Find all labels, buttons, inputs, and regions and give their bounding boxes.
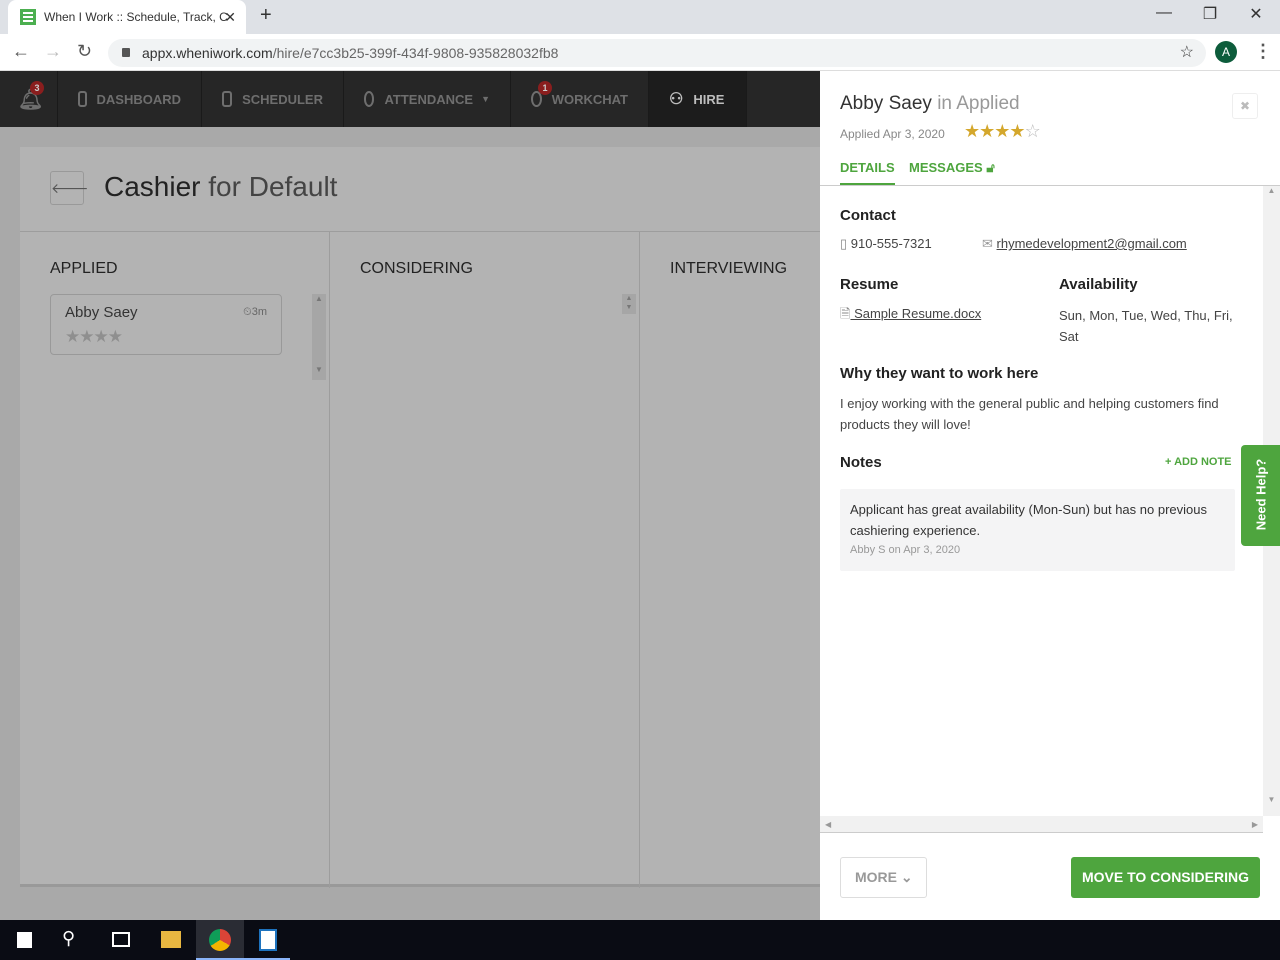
- chrome-icon: [209, 929, 231, 951]
- tab-title: When I Work :: Schedule, Track, C: [44, 10, 228, 24]
- more-dropdown[interactable]: MORE ⌄: [840, 857, 927, 898]
- availability-heading: Availability: [1059, 276, 1138, 293]
- url-input[interactable]: appx.wheniwork.com/hire/e7cc3b25-399f-43…: [108, 39, 1206, 67]
- document-icon: [259, 929, 277, 951]
- page-title: Cashier for Default: [104, 171, 338, 202]
- column-applied: APPLIED Abby Saey ⏲3m ★★★★ ▲ ▼: [20, 232, 330, 888]
- note-text: Applicant has great availability (Mon-Su…: [850, 502, 1207, 538]
- caret-down-icon: ▼: [481, 94, 490, 104]
- notifications-button[interactable]: 🔔︎ 3: [0, 71, 58, 127]
- envelope-icon: ✉: [982, 236, 993, 251]
- nav-attendance[interactable]: ATTENDANCE ▼: [344, 71, 511, 127]
- address-bar: ← → ↻ appx.wheniwork.com/hire/e7cc3b25-3…: [0, 34, 1280, 71]
- resume-heading: Resume: [840, 276, 899, 293]
- applied-age: ⏲3m: [243, 306, 267, 318]
- chrome-taskbar-button[interactable]: [196, 920, 244, 960]
- resume-link[interactable]: 🗎︎ Sample Resume.docx: [840, 305, 981, 327]
- divider: [820, 185, 1280, 186]
- writer-taskbar-button[interactable]: [244, 920, 290, 960]
- note-meta: Abby S on Apr 3, 2020: [850, 544, 961, 556]
- email[interactable]: ✉ rhymedevelopment2@gmail.com: [982, 236, 1187, 252]
- profile-avatar[interactable]: A: [1215, 41, 1237, 63]
- phone-icon: ▯: [840, 236, 848, 251]
- applicant-card[interactable]: Abby Saey ⏲3m ★★★★: [50, 294, 282, 355]
- chevron-down-icon: ⌄: [900, 869, 913, 885]
- dashboard-icon: [78, 91, 87, 107]
- taskbar: ⚲: [0, 920, 1280, 960]
- people-icon: ⚇: [669, 91, 684, 108]
- move-to-considering-button[interactable]: MOVE TO CONSIDERING: [1071, 857, 1260, 898]
- column-scrollbar[interactable]: ▲ ▼: [312, 294, 326, 380]
- forward-icon[interactable]: →: [44, 41, 62, 62]
- lock-icon: 🔓︎: [986, 160, 995, 175]
- browser-tab-bar: When I Work :: Schedule, Track, C ✕ + — …: [0, 0, 1280, 34]
- clock-icon: [364, 91, 375, 107]
- nav-dashboard[interactable]: DASHBOARD: [58, 71, 202, 127]
- panel-title: Abby Saey in Applied: [840, 93, 1020, 114]
- stage-columns: APPLIED Abby Saey ⏲3m ★★★★ ▲ ▼ CONSIDERIN…: [20, 231, 820, 888]
- nav-hire[interactable]: ⚇ HIRE: [649, 71, 747, 127]
- horizontal-scrollbar[interactable]: ◀ ▶: [820, 816, 1263, 833]
- back-button[interactable]: 🡐: [50, 171, 89, 205]
- workchat-badge: 1: [538, 81, 552, 95]
- nav-scheduler[interactable]: SCHEDULER: [202, 71, 344, 127]
- contact-heading: Contact: [840, 207, 896, 224]
- star-icon[interactable]: ★: [964, 121, 980, 141]
- close-panel-button[interactable]: ✖: [1232, 93, 1258, 119]
- minimize-button[interactable]: —: [1144, 4, 1184, 22]
- top-nav: 🔔︎ 3 DASHBOARD SCHEDULER ATTENDANCE ▼ 1 WO…: [0, 71, 820, 127]
- column-heading: CONSIDERING: [360, 260, 473, 277]
- back-icon[interactable]: ←: [12, 41, 30, 62]
- lock-icon: [122, 48, 130, 57]
- column-heading: APPLIED: [50, 260, 118, 277]
- task-view-icon[interactable]: [112, 932, 130, 947]
- notification-badge: 3: [30, 81, 44, 95]
- phone: ▯ 910-555-7321: [840, 236, 932, 251]
- star-icon[interactable]: ☆: [1025, 121, 1041, 141]
- restore-button[interactable]: ❐: [1190, 4, 1230, 24]
- availability-days: Sun, Mon, Tue, Wed, Thu, Fri, Sat: [1059, 308, 1233, 344]
- windows-start-icon[interactable]: [16, 932, 32, 948]
- note-item: Applicant has great availability (Mon-Su…: [840, 489, 1235, 571]
- add-note-button[interactable]: + ADD NOTE: [1165, 456, 1232, 468]
- star-icon[interactable]: ★: [979, 121, 995, 141]
- reload-icon[interactable]: ↻: [77, 41, 92, 62]
- browser-tab[interactable]: When I Work :: Schedule, Track, C ✕: [8, 0, 246, 34]
- close-tab-icon[interactable]: ✕: [224, 9, 236, 26]
- applicant-panel: Abby Saey in Applied ✖ Applied Apr 3, 20…: [820, 71, 1280, 920]
- menu-icon[interactable]: ⋮: [1254, 41, 1272, 62]
- column-scrollbar[interactable]: ▲ ▼: [622, 294, 636, 314]
- column-considering: CONSIDERING ▲ ▼: [330, 232, 640, 888]
- rating-stars[interactable]: ★★★★☆: [964, 121, 1041, 142]
- calendar-icon: [222, 91, 233, 107]
- hiring-board: 🡐 Cashier for Default APPLIED Abby Saey …: [20, 147, 820, 888]
- column-heading: INTERVIEWING: [670, 260, 788, 277]
- star-icon[interactable]: ★: [1009, 121, 1025, 141]
- bookmark-star-icon[interactable]: ☆: [1180, 39, 1194, 67]
- tab-details[interactable]: DETAILS: [840, 160, 895, 186]
- file-explorer-icon[interactable]: [161, 931, 181, 948]
- tab-messages[interactable]: MESSAGES 🔓︎: [909, 160, 995, 176]
- file-icon: 🗎︎: [840, 306, 851, 321]
- search-icon[interactable]: ⚲: [62, 928, 75, 949]
- card-rating-stars: ★★★★: [65, 327, 123, 346]
- applicant-name: Abby Saey: [65, 304, 138, 321]
- why-text: I enjoy working with the general public …: [840, 396, 1219, 432]
- new-tab-button[interactable]: +: [260, 4, 272, 27]
- why-heading: Why they want to work here: [840, 365, 1039, 382]
- star-icon[interactable]: ★: [994, 121, 1010, 141]
- need-help-button[interactable]: Need Help?: [1241, 445, 1280, 546]
- nav-workchat[interactable]: 1 WORKCHAT: [511, 71, 649, 127]
- wheniwork-favicon-icon: [20, 9, 36, 25]
- close-window-button[interactable]: ✕: [1236, 4, 1276, 24]
- applied-date: Applied Apr 3, 2020: [840, 127, 945, 141]
- column-interviewing: INTERVIEWING: [640, 232, 820, 888]
- notes-heading: Notes: [840, 454, 882, 471]
